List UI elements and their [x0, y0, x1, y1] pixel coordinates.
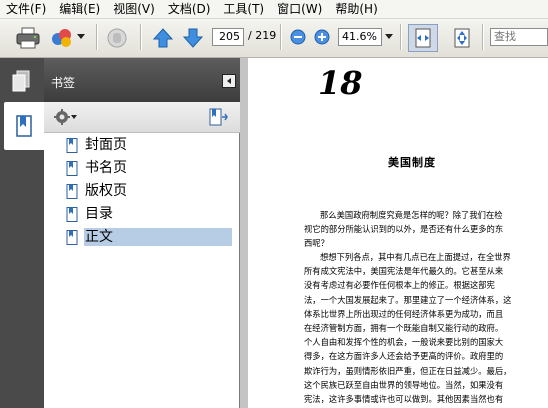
text-line: 想想下列各点，其中有几点已在上面提过，在全世界 — [320, 252, 511, 262]
page-number-input[interactable] — [212, 28, 244, 46]
document-page: 18 美国制度 那么美国政府制度究竟是怎样的呢？除了我们在检 视它的部分所能认识… — [248, 58, 548, 408]
share-button[interactable] — [50, 25, 76, 51]
expand-bookmark-button[interactable] — [206, 107, 230, 127]
toolbar: / 219 — [0, 19, 548, 58]
zoom-out-button[interactable] — [288, 27, 308, 47]
text-line: 视它的部分所能认识到的以外，是否还有什么更多的东 — [304, 224, 504, 235]
text-line: 没有考虑过有必要作任何根本上的修正。根据这部宪 — [304, 280, 495, 291]
bookmark-icon — [66, 229, 78, 245]
bookmark-label: 目录 — [85, 206, 113, 222]
collaborate-icon — [52, 29, 71, 47]
bookmark-label: 封面页 — [85, 137, 127, 153]
bookmark-item[interactable]: 版权页 — [66, 181, 128, 201]
fit-page-icon — [454, 28, 470, 48]
zoom-dropdown[interactable] — [384, 28, 394, 46]
bookmarks-panel: 书签 封面页 书名页 版权页 目录 正文 — [44, 58, 240, 408]
document-view[interactable]: 18 美国制度 那么美国政府制度究竟是怎样的呢？除了我们在检 视它的部分所能认识… — [240, 58, 548, 408]
menu-file[interactable]: 文件(F) — [0, 0, 53, 18]
bookmark-goto-icon — [209, 108, 228, 126]
collapse-panel-button[interactable] — [222, 74, 236, 88]
navigation-pane-strip — [0, 58, 44, 408]
menu-window[interactable]: 窗口(W) — [271, 0, 329, 18]
page-total-label: / 219 — [248, 29, 277, 42]
zoom-in-icon — [314, 29, 330, 45]
text-line: 那么美国政府制度究竟是怎样的呢？除了我们在检 — [320, 210, 503, 220]
bookmark-icon — [66, 160, 78, 176]
bookmark-icon — [66, 137, 78, 153]
menu-edit[interactable]: 编辑(E) — [53, 0, 107, 18]
toolbar-separator — [96, 24, 98, 50]
options-button[interactable] — [50, 107, 80, 127]
text-line: 个人自由和发挥个性的机会，一般说来要比别的国家大 — [304, 337, 504, 348]
text-line: 得多，在这方面许多人还会给予更高的评价。政府里的 — [304, 351, 504, 362]
hand-tool-button[interactable] — [104, 25, 130, 51]
toolbar-separator — [280, 24, 282, 50]
bookmark-label: 版权页 — [85, 183, 127, 199]
bookmark-icon — [16, 115, 32, 137]
arrow-down-icon — [182, 28, 204, 48]
text-line: 宪法，这许多事情或许也可以做到。其他因素当然也有 — [304, 394, 504, 405]
pages-panel-button[interactable] — [8, 68, 34, 94]
toolbar-separator — [140, 24, 142, 50]
caret-down-icon — [385, 34, 393, 39]
menu-bar: 文件(F) 编辑(E) 视图(V) 文档(D) 工具(T) 窗口(W) 帮助(H… — [0, 0, 548, 19]
previous-page-button[interactable] — [150, 25, 176, 51]
arrow-up-icon — [152, 28, 174, 48]
next-page-button[interactable] — [180, 25, 206, 51]
bookmark-item[interactable]: 封面页 — [66, 135, 128, 155]
zoom-out-icon — [290, 29, 306, 45]
share-dropdown[interactable] — [76, 27, 86, 47]
paragraph: 那么美国政府制度究竟是怎样的呢？除了我们在检 视它的部分所能认识到的以外，是否还… — [304, 208, 548, 251]
menu-view[interactable]: 视图(V) — [107, 0, 162, 18]
bookmark-icon — [66, 206, 78, 222]
text-line: 欺诈行为，虽则情形依旧严重，但正在日益减少。最后， — [304, 365, 512, 376]
bookmarks-panel-button[interactable] — [4, 102, 44, 150]
fit-width-button[interactable] — [408, 24, 438, 52]
text-line: 这个民族已跃至自由世界的领导地位。当然，如果没有 — [304, 379, 504, 390]
fit-width-icon — [415, 28, 431, 48]
pages-icon — [12, 70, 30, 92]
paragraph: 想想下列各点，其中有几点已在上面提过，在全世界 所有成文宪法中，美国宪法是年代最… — [304, 250, 548, 406]
search-input[interactable] — [490, 28, 548, 46]
bookmark-label: 书名页 — [85, 160, 127, 176]
zoom-in-button[interactable] — [312, 27, 332, 47]
bookmark-label: 正文 — [84, 228, 232, 246]
chapter-number: 18 — [318, 64, 363, 102]
bookmark-icon — [66, 183, 78, 199]
section-title: 美国制度 — [388, 156, 436, 169]
caret-left-icon — [227, 78, 231, 84]
hand-icon — [107, 28, 127, 48]
bookmark-item[interactable]: 书名页 — [66, 158, 128, 178]
gear-icon — [54, 109, 70, 125]
text-line: 在经济管制方面，拥有一个既能自制又能行动的政府。 — [304, 323, 504, 334]
print-button[interactable] — [14, 25, 42, 51]
zoom-level-input[interactable] — [338, 28, 382, 46]
caret-down-icon — [71, 115, 77, 119]
text-line: 所有成文宪法中，美国宪法是年代最久的。它甚至从来 — [304, 266, 504, 277]
text-line: 西呢？ — [304, 238, 329, 249]
panel-title: 书签 — [51, 76, 76, 90]
text-line: 法，一个大国发展起来了。那里建立了一个经济体系，这 — [304, 294, 512, 305]
bookmarks-toolbar — [44, 102, 240, 133]
fit-page-button[interactable] — [448, 24, 476, 52]
caret-down-icon — [77, 34, 85, 39]
toolbar-separator — [400, 24, 402, 50]
bookmark-item[interactable]: 目录 — [66, 204, 114, 224]
menu-help[interactable]: 帮助(H) — [329, 0, 384, 18]
menu-document[interactable]: 文档(D) — [162, 0, 218, 18]
printer-icon — [16, 27, 40, 49]
bookmarks-panel-header: 书签 — [44, 58, 240, 102]
toolbar-separator — [482, 24, 484, 50]
text-line: 体系比世界上所出现过的任何经济体系更为成功，而且 — [304, 308, 504, 319]
menu-tools[interactable]: 工具(T) — [217, 0, 271, 18]
bookmark-item-selected[interactable]: 正文 — [66, 227, 232, 247]
